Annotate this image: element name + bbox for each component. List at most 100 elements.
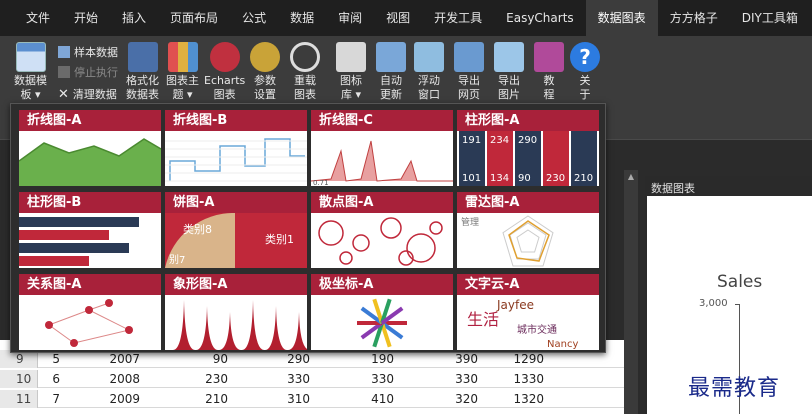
bar xyxy=(19,230,109,240)
tab-diy-toolbox[interactable]: DIY工具箱 xyxy=(730,0,810,36)
vertical-scrollbar[interactable]: ▲ xyxy=(624,170,638,414)
gallery-item[interactable]: 柱形图-B xyxy=(19,192,161,268)
gallery-item-label: 折线图-A xyxy=(19,110,161,131)
gallery-item[interactable]: 极坐标-A xyxy=(311,274,453,350)
gallery-item-preview: 191 234 290 101 134 90 230 210 xyxy=(457,131,599,186)
table-cell[interactable]: 6 xyxy=(52,370,60,388)
table-cell[interactable]: 1320 xyxy=(513,390,544,408)
graph-node xyxy=(105,299,113,307)
icon-library-button[interactable]: 图标 库 ▾ xyxy=(336,42,366,102)
gallery-item[interactable]: 文字云-A Jayfee 生活 城市交通 Nancy xyxy=(457,274,599,350)
gallery-item-preview xyxy=(19,295,161,350)
gallery-item[interactable]: 关系图-A xyxy=(19,274,161,350)
table-cell[interactable]: 320 xyxy=(455,390,478,408)
pictorial-bar xyxy=(196,306,218,350)
gallery-item[interactable]: 折线图-A xyxy=(19,110,161,186)
step-line xyxy=(169,138,305,181)
gallery-item[interactable]: 折线图-B xyxy=(165,110,307,186)
scroll-up-icon[interactable]: ▲ xyxy=(624,170,638,184)
cloud-word: 城市交通 xyxy=(517,323,557,336)
table-cell[interactable]: 410 xyxy=(371,390,394,408)
clear-data-button[interactable]: ✕ 清理数据 xyxy=(58,86,117,102)
row-header[interactable]: 11 xyxy=(0,390,38,408)
scatter-point xyxy=(380,217,402,239)
pictorial-bar xyxy=(288,312,307,350)
x-icon: ✕ xyxy=(58,86,69,102)
gallery-item-preview xyxy=(165,295,307,350)
graph-edge xyxy=(48,309,90,326)
graph-edge xyxy=(73,329,130,344)
table-cell[interactable]: 330 xyxy=(371,370,394,388)
table-cell[interactable]: 7 xyxy=(52,390,60,408)
tab-page-layout[interactable]: 页面布局 xyxy=(158,0,230,36)
gallery-item[interactable]: 柱形图-A 191 234 290 101 134 90 230 210 xyxy=(457,110,599,186)
gallery-item-label: 饼图-A xyxy=(165,192,307,213)
update-icon xyxy=(376,42,406,72)
tab-developer[interactable]: 开发工具 xyxy=(422,0,494,36)
table-cell[interactable]: 2009 xyxy=(109,390,140,408)
graph-edge xyxy=(88,309,130,331)
preview-svg xyxy=(19,138,161,186)
export-web-button[interactable]: 导出 网页 xyxy=(454,42,484,102)
gallery-item-label: 雷达图-A xyxy=(457,192,599,213)
format-table-button[interactable]: 格式化 数据表 xyxy=(126,42,159,102)
help-icon: ? xyxy=(570,42,600,72)
chart-pane-title: 数据图表 xyxy=(651,182,695,195)
gallery-item-preview: Jayfee 生活 城市交通 Nancy xyxy=(457,295,599,350)
reload-chart-button[interactable]: 重载 图表 xyxy=(290,42,320,102)
gallery-item[interactable]: 散点图-A xyxy=(311,192,453,268)
tab-view[interactable]: 视图 xyxy=(374,0,422,36)
scatter-point xyxy=(429,221,443,235)
table-cell[interactable]: 330 xyxy=(287,370,310,388)
export-image-button[interactable]: 导出 图片 xyxy=(494,42,524,102)
y-tick-label: 3,000 xyxy=(699,298,728,309)
preview-svg xyxy=(173,300,307,350)
tab-home[interactable]: 开始 xyxy=(62,0,110,36)
bar-label: 134 xyxy=(490,173,509,184)
graph-node xyxy=(45,321,53,329)
scatter-point xyxy=(406,233,436,263)
gallery-item-label: 柱形图-B xyxy=(19,192,161,213)
tab-insert[interactable]: 插入 xyxy=(110,0,158,36)
float-window-button[interactable]: 浮动 窗口 xyxy=(414,42,444,102)
row-header[interactable]: 10 xyxy=(0,370,38,388)
table-row: 10 6 2008 230 330 330 330 1330 xyxy=(0,370,624,388)
auto-update-button[interactable]: 自动 更新 xyxy=(376,42,406,102)
gallery-item[interactable]: 折线图-C 0.71 xyxy=(311,110,453,186)
table-cell[interactable]: 330 xyxy=(455,370,478,388)
echarts-button[interactable]: Echarts 图表 xyxy=(204,42,245,102)
gallery-item[interactable]: 象形图-A xyxy=(165,274,307,350)
settings-button[interactable]: 参数 设置 xyxy=(250,42,280,102)
tab-data-charts[interactable]: 数据图表 xyxy=(585,0,658,36)
gallery-item[interactable]: 饼图-A 类别8 类别1 别7 xyxy=(165,192,307,268)
table-cell[interactable]: 1330 xyxy=(513,370,544,388)
table-cell[interactable]: 210 xyxy=(205,390,228,408)
gallery-item-preview xyxy=(165,131,307,186)
tab-fangfang-grid[interactable]: 方方格子 xyxy=(658,0,730,36)
ribbon-tab-bar: 文件 开始 插入 页面布局 公式 数据 审阅 视图 开发工具 EasyChart… xyxy=(0,0,812,36)
gallery-item[interactable]: 雷达图-A 管理 xyxy=(457,192,599,268)
echarts-logo-icon xyxy=(209,42,240,72)
tutorial-button[interactable]: 教 程 xyxy=(534,42,564,102)
sample-data-button[interactable]: 样本数据 xyxy=(58,44,118,60)
cloud-word: Jayfee xyxy=(496,298,534,312)
data-template-button[interactable]: 数据模 板 ▾ xyxy=(14,42,47,102)
chart-theme-button[interactable]: 图表主 题 ▾ xyxy=(166,42,199,102)
bar xyxy=(19,217,139,227)
bar-label: 290 xyxy=(518,135,537,146)
gear-icon xyxy=(250,42,280,72)
table-cell[interactable]: 230 xyxy=(205,370,228,388)
tab-file[interactable]: 文件 xyxy=(0,0,62,36)
tab-review[interactable]: 审阅 xyxy=(326,0,374,36)
radar-label: 管理 xyxy=(461,216,479,228)
tab-easycharts[interactable]: EasyCharts xyxy=(494,0,586,36)
about-button[interactable]: ? 关 于 xyxy=(570,42,600,102)
preview-svg xyxy=(19,217,139,266)
gallery-item-label: 文字云-A xyxy=(457,274,599,295)
table-cell[interactable]: 2008 xyxy=(109,370,140,388)
stop-exec-button[interactable]: 停止执行 xyxy=(58,64,118,80)
tab-formulas[interactable]: 公式 xyxy=(230,0,278,36)
tab-data[interactable]: 数据 xyxy=(278,0,326,36)
chart-template-gallery: 折线图-A 折线图-B 折线图-C 0.71 柱形图-A 191 234 290 101 134 9… xyxy=(10,103,606,353)
table-cell[interactable]: 310 xyxy=(287,390,310,408)
